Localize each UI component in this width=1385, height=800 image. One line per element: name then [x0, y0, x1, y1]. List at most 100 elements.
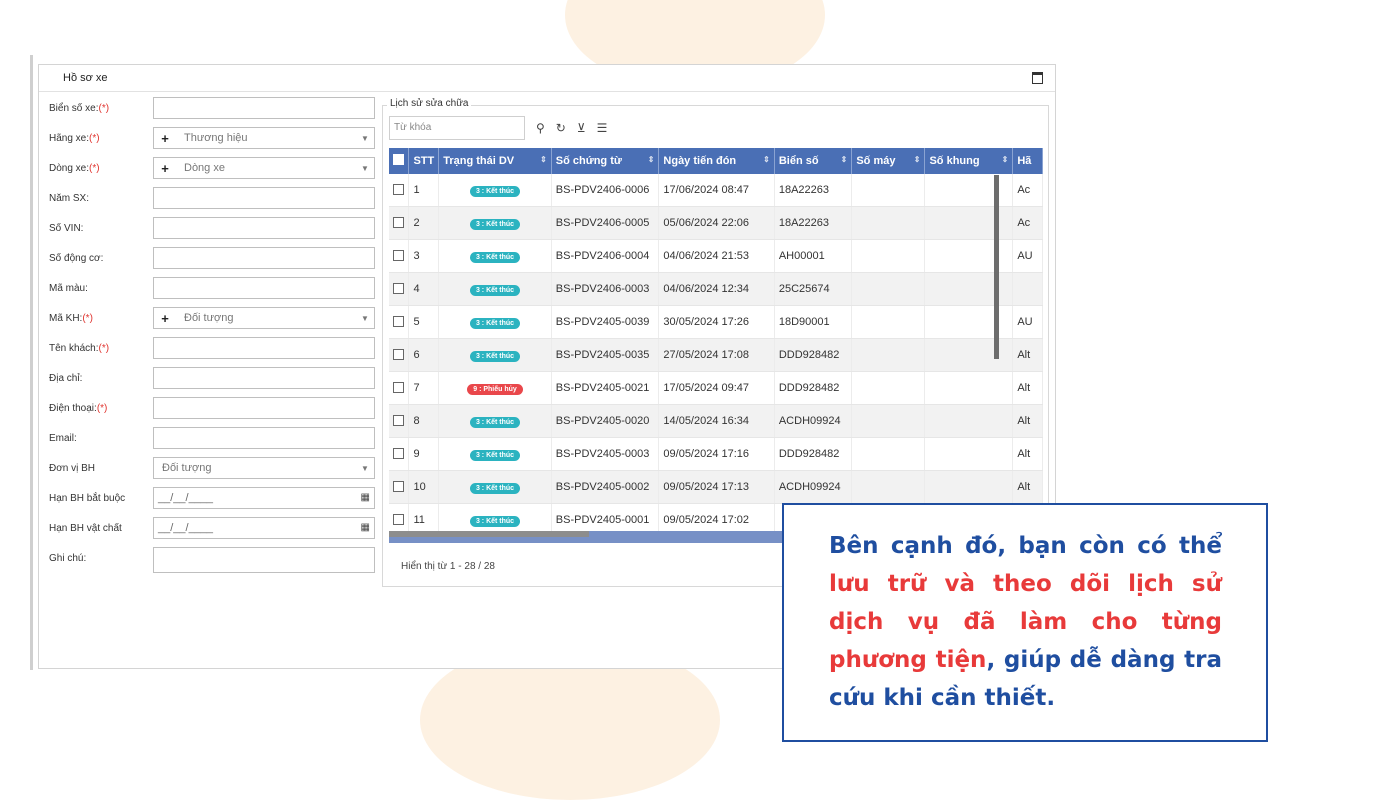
vertical-scrollbar[interactable]	[994, 175, 999, 359]
calendar-icon[interactable]: ▦	[361, 492, 370, 503]
select-all-checkbox[interactable]	[393, 154, 404, 165]
plus-icon[interactable]: +	[154, 131, 176, 146]
row-checkbox-cell[interactable]	[389, 174, 410, 207]
sort-icon[interactable]: ⇕	[763, 155, 770, 164]
table-row[interactable]: 8 3 : Kết thúc BS-PDV2405-0020 14/05/2024 1…	[389, 404, 1043, 438]
calendar-icon[interactable]: ▦	[361, 522, 370, 533]
row-checkbox[interactable]	[393, 217, 404, 228]
sort-icon[interactable]: ⇕	[540, 155, 547, 164]
column-header[interactable]: Ngày tiến đón ⇕	[658, 148, 775, 174]
chevron-down-icon[interactable]: ▼	[356, 134, 374, 143]
column-header[interactable]: Trạng thái DV ⇕	[438, 148, 552, 174]
table-row[interactable]: 6 3 : Kết thúc BS-PDV2405-0035 27/05/2024 1…	[389, 338, 1043, 372]
row-checkbox-cell[interactable]	[389, 239, 410, 273]
date-cell: 17/05/2024 09:47	[658, 371, 775, 405]
table-row[interactable]: 10 3 : Kết thúc BS-PDV2405-0002 09/05/2024 …	[389, 470, 1043, 504]
engine-cell	[851, 174, 926, 207]
sort-icon[interactable]: ⇕	[1002, 155, 1009, 164]
text-field[interactable]	[153, 427, 375, 449]
row-checkbox-cell[interactable]	[389, 272, 410, 306]
row-checkbox[interactable]	[393, 250, 404, 261]
table-row[interactable]: 2 3 : Kết thúc BS-PDV2406-0005 05/06/2024 2…	[389, 206, 1043, 240]
keyword-search-input[interactable]: Từ khóa	[389, 116, 525, 140]
table-row[interactable]: 5 3 : Kết thúc BS-PDV2405-0039 30/05/2024 1…	[389, 305, 1043, 339]
field-label: Biển số xe:(*)	[49, 103, 110, 114]
row-checkbox[interactable]	[393, 415, 404, 426]
row-checkbox[interactable]	[393, 514, 404, 525]
required-mark: (*)	[96, 403, 108, 414]
row-checkbox[interactable]	[393, 448, 404, 459]
sort-icon[interactable]: ⇕	[841, 155, 848, 164]
select-field[interactable]: + Đối tượng ▼	[153, 307, 375, 329]
plate-cell: 25C25674	[774, 272, 853, 306]
table-row[interactable]: 7 9 : Phiếu hủy BS-PDV2405-0021 17/05/2024 …	[389, 371, 1043, 405]
table-row[interactable]: 9 3 : Kết thúc BS-PDV2405-0003 09/05/2024 1…	[389, 437, 1043, 471]
text-field[interactable]	[153, 97, 375, 119]
brand-cell: Alt	[1012, 404, 1043, 438]
select-field[interactable]: + Thương hiệu ▼	[153, 127, 375, 149]
chevron-down-icon[interactable]: ▼	[356, 164, 374, 173]
row-checkbox-cell[interactable]	[389, 437, 410, 471]
maximize-icon[interactable]	[1032, 72, 1043, 84]
text-field[interactable]	[153, 337, 375, 359]
chevron-down-icon[interactable]: ▼	[356, 314, 374, 323]
row-checkbox-cell[interactable]	[389, 371, 410, 405]
table-row[interactable]: 4 3 : Kết thúc BS-PDV2406-0003 04/06/2024 1…	[389, 272, 1043, 306]
text-field[interactable]	[153, 367, 375, 389]
text-field[interactable]	[153, 247, 375, 269]
table-row[interactable]: 3 3 : Kết thúc BS-PDV2406-0004 04/06/2024 2…	[389, 239, 1043, 273]
chevron-down-icon[interactable]: ▼	[356, 464, 374, 473]
text-field[interactable]	[153, 217, 375, 239]
column-header[interactable]: Số khung ⇕	[924, 148, 1014, 174]
stt-cell: 2	[408, 206, 440, 240]
form-row: Dòng xe:(*) + Dòng xe ▼	[49, 157, 379, 187]
text-field[interactable]	[153, 397, 375, 419]
sort-icon[interactable]: ⇕	[648, 155, 655, 164]
search-icon[interactable]: ⚲	[536, 121, 545, 135]
row-checkbox-cell[interactable]	[389, 338, 410, 372]
brand-cell: Alt	[1012, 470, 1043, 504]
horizontal-scroll-thumb[interactable]	[389, 531, 589, 537]
column-header[interactable]: Số chứng từ ⇕	[551, 148, 660, 174]
date-field[interactable]: __/__/____ ▦	[153, 517, 375, 539]
form-row: Tên khách:(*)	[49, 337, 379, 367]
refresh-icon[interactable]: ↻	[556, 121, 566, 135]
select-placeholder: Đối tượng	[184, 312, 234, 324]
row-checkbox[interactable]	[393, 184, 404, 195]
sort-icon[interactable]: ⇕	[914, 155, 921, 164]
select-all-header[interactable]	[389, 148, 410, 174]
row-checkbox[interactable]	[393, 382, 404, 393]
field-label: Số VIN:	[49, 223, 84, 234]
status-cell: 3 : Kết thúc	[438, 305, 552, 339]
text-field[interactable]	[153, 547, 375, 573]
text-field[interactable]	[153, 277, 375, 299]
brand-cell: Ac	[1012, 206, 1043, 240]
filter-icon[interactable]: ⊻	[577, 121, 586, 135]
date-field[interactable]: __/__/____ ▦	[153, 487, 375, 509]
text-field[interactable]	[153, 187, 375, 209]
stt-cell: 1	[408, 174, 440, 207]
row-checkbox-cell[interactable]	[389, 404, 410, 438]
row-checkbox[interactable]	[393, 481, 404, 492]
column-header[interactable]: Hã	[1012, 148, 1043, 174]
row-checkbox[interactable]	[393, 349, 404, 360]
plus-icon[interactable]: +	[154, 161, 176, 176]
plus-icon[interactable]: +	[154, 311, 176, 326]
list-icon[interactable]: ☰	[597, 121, 608, 135]
column-header[interactable]: Số máy ⇕	[851, 148, 926, 174]
column-header[interactable]: Biển số ⇕	[774, 148, 853, 174]
row-checkbox-cell[interactable]	[389, 305, 410, 339]
select-field[interactable]: + Dòng xe ▼	[153, 157, 375, 179]
column-header[interactable]: STT	[408, 148, 440, 174]
row-checkbox-cell[interactable]	[389, 206, 410, 240]
table-row[interactable]: 1 3 : Kết thúc BS-PDV2406-0006 17/06/2024 0…	[389, 174, 1043, 207]
row-checkbox[interactable]	[393, 316, 404, 327]
brand-cell: Alt	[1012, 437, 1043, 471]
row-checkbox-cell[interactable]	[389, 470, 410, 504]
chassis-cell	[924, 206, 1014, 240]
plate-cell: 18A22263	[774, 206, 853, 240]
select-placeholder: Dòng xe	[184, 162, 225, 174]
row-checkbox[interactable]	[393, 283, 404, 294]
form-row: Email:	[49, 427, 379, 457]
select-field[interactable]: Đối tượng ▼	[153, 457, 375, 479]
